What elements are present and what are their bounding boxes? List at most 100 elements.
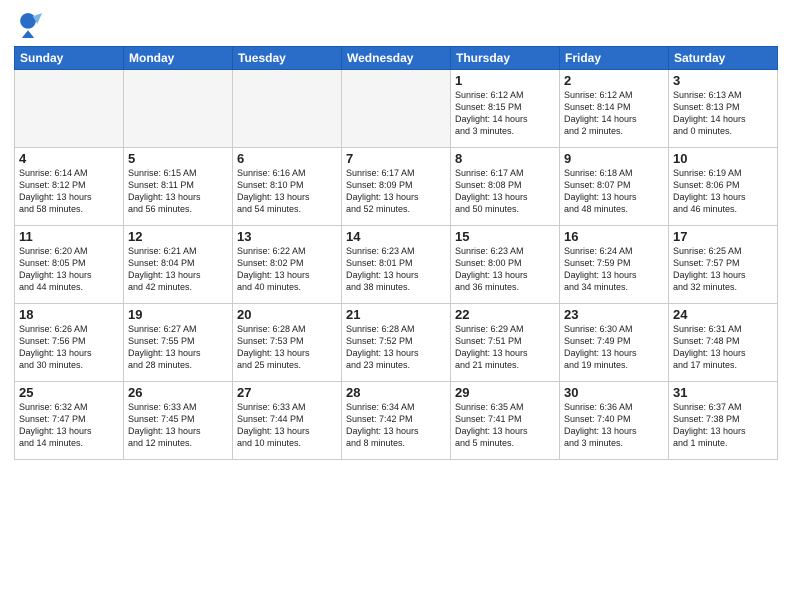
day-cell-20: 20Sunrise: 6:28 AM Sunset: 7:53 PM Dayli… bbox=[233, 304, 342, 382]
day-cell-22: 22Sunrise: 6:29 AM Sunset: 7:51 PM Dayli… bbox=[451, 304, 560, 382]
week-row-0: 1Sunrise: 6:12 AM Sunset: 8:15 PM Daylig… bbox=[15, 70, 778, 148]
col-header-sunday: Sunday bbox=[15, 47, 124, 70]
day-info: Sunrise: 6:17 AM Sunset: 8:09 PM Dayligh… bbox=[346, 167, 446, 216]
empty-cell bbox=[342, 70, 451, 148]
date-number: 4 bbox=[19, 151, 119, 166]
date-number: 24 bbox=[673, 307, 773, 322]
date-number: 21 bbox=[346, 307, 446, 322]
day-info: Sunrise: 6:30 AM Sunset: 7:49 PM Dayligh… bbox=[564, 323, 664, 372]
date-number: 3 bbox=[673, 73, 773, 88]
date-number: 30 bbox=[564, 385, 664, 400]
day-info: Sunrise: 6:28 AM Sunset: 7:53 PM Dayligh… bbox=[237, 323, 337, 372]
day-info: Sunrise: 6:35 AM Sunset: 7:41 PM Dayligh… bbox=[455, 401, 555, 450]
day-cell-24: 24Sunrise: 6:31 AM Sunset: 7:48 PM Dayli… bbox=[669, 304, 778, 382]
date-number: 18 bbox=[19, 307, 119, 322]
empty-cell bbox=[124, 70, 233, 148]
day-cell-11: 11Sunrise: 6:20 AM Sunset: 8:05 PM Dayli… bbox=[15, 226, 124, 304]
date-number: 29 bbox=[455, 385, 555, 400]
day-info: Sunrise: 6:31 AM Sunset: 7:48 PM Dayligh… bbox=[673, 323, 773, 372]
col-header-thursday: Thursday bbox=[451, 47, 560, 70]
day-cell-18: 18Sunrise: 6:26 AM Sunset: 7:56 PM Dayli… bbox=[15, 304, 124, 382]
date-number: 27 bbox=[237, 385, 337, 400]
day-cell-26: 26Sunrise: 6:33 AM Sunset: 7:45 PM Dayli… bbox=[124, 382, 233, 460]
date-number: 8 bbox=[455, 151, 555, 166]
day-cell-1: 1Sunrise: 6:12 AM Sunset: 8:15 PM Daylig… bbox=[451, 70, 560, 148]
day-cell-19: 19Sunrise: 6:27 AM Sunset: 7:55 PM Dayli… bbox=[124, 304, 233, 382]
date-number: 11 bbox=[19, 229, 119, 244]
empty-cell bbox=[233, 70, 342, 148]
col-header-wednesday: Wednesday bbox=[342, 47, 451, 70]
date-number: 12 bbox=[128, 229, 228, 244]
date-number: 31 bbox=[673, 385, 773, 400]
date-number: 2 bbox=[564, 73, 664, 88]
day-cell-4: 4Sunrise: 6:14 AM Sunset: 8:12 PM Daylig… bbox=[15, 148, 124, 226]
day-info: Sunrise: 6:16 AM Sunset: 8:10 PM Dayligh… bbox=[237, 167, 337, 216]
day-cell-15: 15Sunrise: 6:23 AM Sunset: 8:00 PM Dayli… bbox=[451, 226, 560, 304]
day-info: Sunrise: 6:34 AM Sunset: 7:42 PM Dayligh… bbox=[346, 401, 446, 450]
col-header-monday: Monday bbox=[124, 47, 233, 70]
date-number: 9 bbox=[564, 151, 664, 166]
date-number: 5 bbox=[128, 151, 228, 166]
day-cell-28: 28Sunrise: 6:34 AM Sunset: 7:42 PM Dayli… bbox=[342, 382, 451, 460]
day-cell-23: 23Sunrise: 6:30 AM Sunset: 7:49 PM Dayli… bbox=[560, 304, 669, 382]
calendar-header-row: SundayMondayTuesdayWednesdayThursdayFrid… bbox=[15, 47, 778, 70]
logo bbox=[14, 10, 44, 38]
day-cell-2: 2Sunrise: 6:12 AM Sunset: 8:14 PM Daylig… bbox=[560, 70, 669, 148]
col-header-friday: Friday bbox=[560, 47, 669, 70]
day-cell-12: 12Sunrise: 6:21 AM Sunset: 8:04 PM Dayli… bbox=[124, 226, 233, 304]
week-row-2: 11Sunrise: 6:20 AM Sunset: 8:05 PM Dayli… bbox=[15, 226, 778, 304]
day-cell-31: 31Sunrise: 6:37 AM Sunset: 7:38 PM Dayli… bbox=[669, 382, 778, 460]
day-info: Sunrise: 6:12 AM Sunset: 8:14 PM Dayligh… bbox=[564, 89, 664, 138]
date-number: 28 bbox=[346, 385, 446, 400]
page-header bbox=[14, 10, 778, 38]
day-info: Sunrise: 6:17 AM Sunset: 8:08 PM Dayligh… bbox=[455, 167, 555, 216]
date-number: 6 bbox=[237, 151, 337, 166]
date-number: 13 bbox=[237, 229, 337, 244]
day-info: Sunrise: 6:22 AM Sunset: 8:02 PM Dayligh… bbox=[237, 245, 337, 294]
day-info: Sunrise: 6:33 AM Sunset: 7:45 PM Dayligh… bbox=[128, 401, 228, 450]
day-info: Sunrise: 6:27 AM Sunset: 7:55 PM Dayligh… bbox=[128, 323, 228, 372]
page-container: SundayMondayTuesdayWednesdayThursdayFrid… bbox=[0, 0, 792, 612]
day-info: Sunrise: 6:25 AM Sunset: 7:57 PM Dayligh… bbox=[673, 245, 773, 294]
day-cell-7: 7Sunrise: 6:17 AM Sunset: 8:09 PM Daylig… bbox=[342, 148, 451, 226]
day-cell-9: 9Sunrise: 6:18 AM Sunset: 8:07 PM Daylig… bbox=[560, 148, 669, 226]
day-info: Sunrise: 6:12 AM Sunset: 8:15 PM Dayligh… bbox=[455, 89, 555, 138]
day-info: Sunrise: 6:37 AM Sunset: 7:38 PM Dayligh… bbox=[673, 401, 773, 450]
day-cell-13: 13Sunrise: 6:22 AM Sunset: 8:02 PM Dayli… bbox=[233, 226, 342, 304]
day-info: Sunrise: 6:19 AM Sunset: 8:06 PM Dayligh… bbox=[673, 167, 773, 216]
day-cell-5: 5Sunrise: 6:15 AM Sunset: 8:11 PM Daylig… bbox=[124, 148, 233, 226]
col-header-saturday: Saturday bbox=[669, 47, 778, 70]
day-info: Sunrise: 6:24 AM Sunset: 7:59 PM Dayligh… bbox=[564, 245, 664, 294]
day-cell-25: 25Sunrise: 6:32 AM Sunset: 7:47 PM Dayli… bbox=[15, 382, 124, 460]
date-number: 14 bbox=[346, 229, 446, 244]
date-number: 7 bbox=[346, 151, 446, 166]
date-number: 10 bbox=[673, 151, 773, 166]
col-header-tuesday: Tuesday bbox=[233, 47, 342, 70]
day-info: Sunrise: 6:28 AM Sunset: 7:52 PM Dayligh… bbox=[346, 323, 446, 372]
day-cell-27: 27Sunrise: 6:33 AM Sunset: 7:44 PM Dayli… bbox=[233, 382, 342, 460]
day-cell-17: 17Sunrise: 6:25 AM Sunset: 7:57 PM Dayli… bbox=[669, 226, 778, 304]
week-row-1: 4Sunrise: 6:14 AM Sunset: 8:12 PM Daylig… bbox=[15, 148, 778, 226]
day-info: Sunrise: 6:23 AM Sunset: 8:01 PM Dayligh… bbox=[346, 245, 446, 294]
day-info: Sunrise: 6:18 AM Sunset: 8:07 PM Dayligh… bbox=[564, 167, 664, 216]
day-info: Sunrise: 6:14 AM Sunset: 8:12 PM Dayligh… bbox=[19, 167, 119, 216]
day-info: Sunrise: 6:23 AM Sunset: 8:00 PM Dayligh… bbox=[455, 245, 555, 294]
date-number: 23 bbox=[564, 307, 664, 322]
date-number: 19 bbox=[128, 307, 228, 322]
day-cell-21: 21Sunrise: 6:28 AM Sunset: 7:52 PM Dayli… bbox=[342, 304, 451, 382]
week-row-3: 18Sunrise: 6:26 AM Sunset: 7:56 PM Dayli… bbox=[15, 304, 778, 382]
day-cell-3: 3Sunrise: 6:13 AM Sunset: 8:13 PM Daylig… bbox=[669, 70, 778, 148]
empty-cell bbox=[15, 70, 124, 148]
day-info: Sunrise: 6:26 AM Sunset: 7:56 PM Dayligh… bbox=[19, 323, 119, 372]
date-number: 15 bbox=[455, 229, 555, 244]
day-info: Sunrise: 6:13 AM Sunset: 8:13 PM Dayligh… bbox=[673, 89, 773, 138]
logo-icon bbox=[14, 10, 42, 38]
day-info: Sunrise: 6:21 AM Sunset: 8:04 PM Dayligh… bbox=[128, 245, 228, 294]
day-info: Sunrise: 6:29 AM Sunset: 7:51 PM Dayligh… bbox=[455, 323, 555, 372]
date-number: 17 bbox=[673, 229, 773, 244]
day-cell-14: 14Sunrise: 6:23 AM Sunset: 8:01 PM Dayli… bbox=[342, 226, 451, 304]
day-cell-8: 8Sunrise: 6:17 AM Sunset: 8:08 PM Daylig… bbox=[451, 148, 560, 226]
day-cell-30: 30Sunrise: 6:36 AM Sunset: 7:40 PM Dayli… bbox=[560, 382, 669, 460]
day-info: Sunrise: 6:36 AM Sunset: 7:40 PM Dayligh… bbox=[564, 401, 664, 450]
week-row-4: 25Sunrise: 6:32 AM Sunset: 7:47 PM Dayli… bbox=[15, 382, 778, 460]
